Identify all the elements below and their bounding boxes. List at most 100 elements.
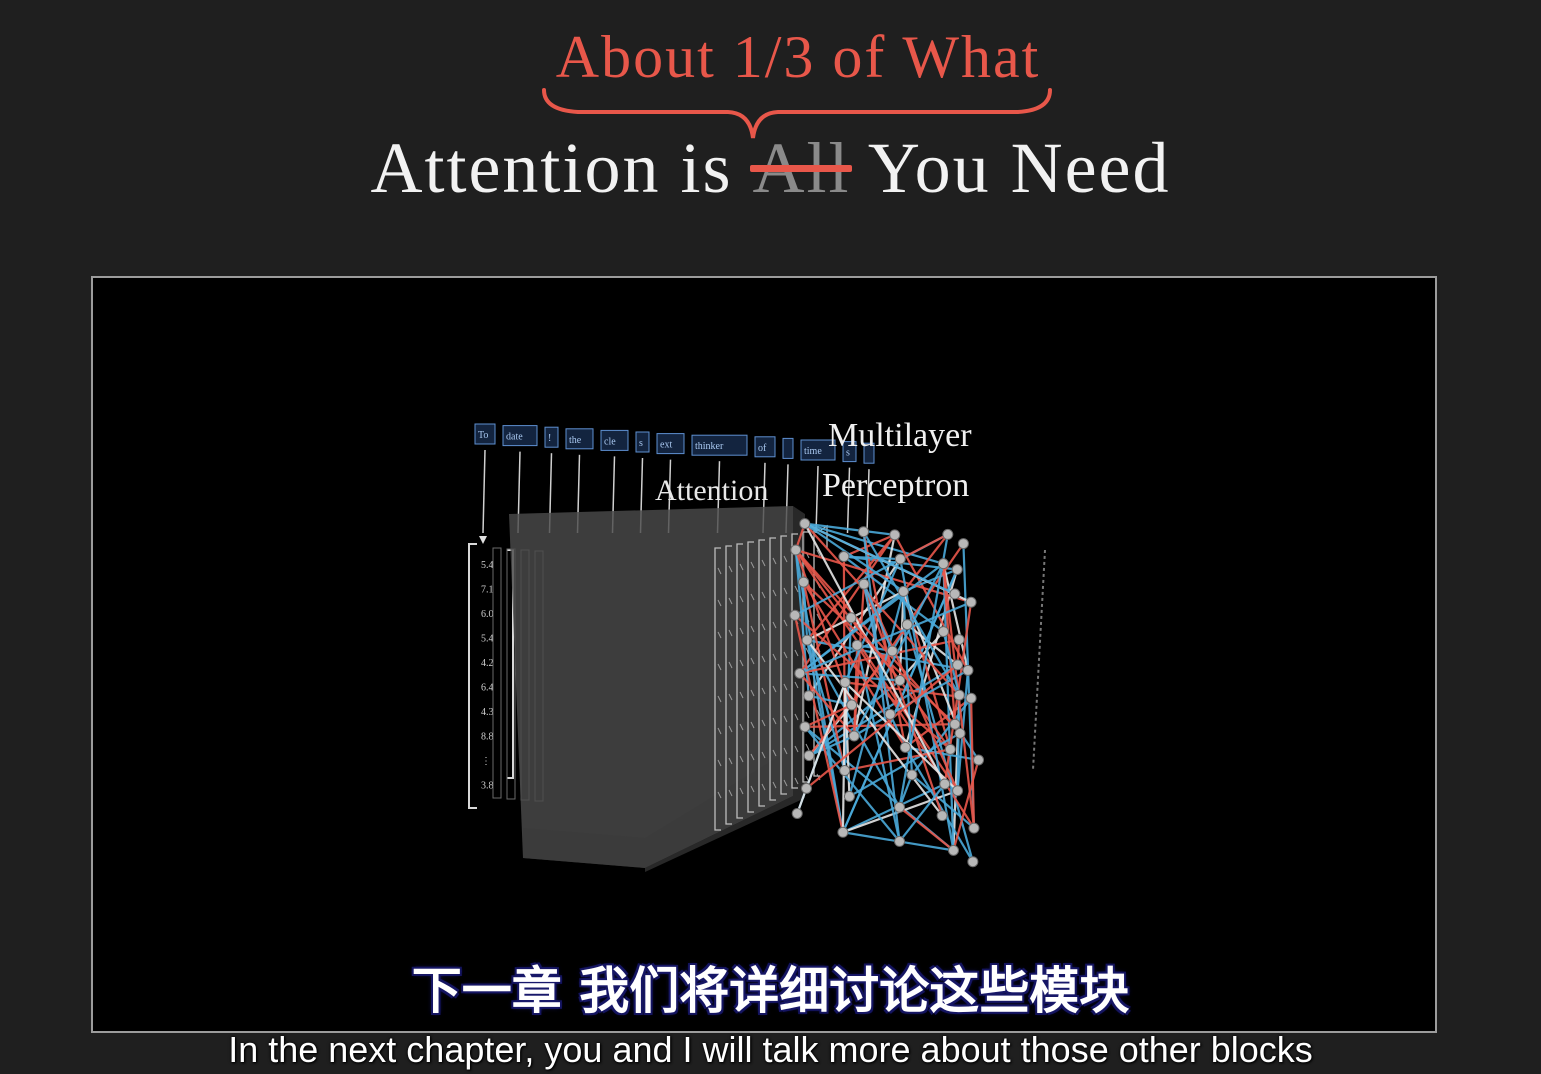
mlp-node — [947, 844, 959, 856]
mlp-node — [837, 826, 849, 838]
mlp-node — [794, 667, 806, 679]
svg-text:cle: cle — [604, 436, 616, 447]
mlp-node — [799, 721, 811, 733]
mlp-node — [897, 585, 909, 597]
mlp-node — [839, 765, 851, 777]
vector-value: 8.8 — [481, 732, 494, 743]
column-entry — [805, 711, 810, 719]
vector-value: ⋮ — [481, 756, 491, 767]
video-frame[interactable]: To date! the cle s ext thinker of time s 5.4 7.1 6.… — [91, 276, 1437, 1033]
mlp-edge — [899, 533, 949, 561]
token-box: ext — [656, 433, 685, 455]
vector-value: 7.1 — [481, 585, 494, 596]
token-row: To date! the cle s ext thinker of time s — [474, 423, 875, 464]
mlp-node — [846, 699, 858, 711]
headline-post: You Need — [867, 128, 1171, 208]
token-box: ! — [544, 426, 559, 448]
attention-block — [509, 506, 805, 872]
svg-text:To: To — [478, 430, 488, 441]
mlp-node — [951, 563, 963, 575]
token-box: cle — [600, 429, 629, 451]
token-box: thinker — [691, 434, 748, 456]
vector-values: 5.4 7.1 6.0 5.4 4.2 6.4 4.3 8.8 ⋮ 3.8 — [481, 560, 494, 792]
token-box: To — [474, 423, 496, 445]
mlp-node — [801, 634, 813, 646]
mlp-node — [965, 692, 977, 704]
svg-text:the: the — [569, 435, 582, 446]
mlp-node — [884, 708, 896, 720]
svg-text:date: date — [506, 432, 523, 443]
mlp-node — [968, 822, 980, 834]
svg-text:thinker: thinker — [695, 441, 724, 452]
mlp-node — [942, 528, 954, 540]
mlp-node — [937, 558, 949, 570]
mlp-node — [952, 659, 964, 671]
embedding-vector: 5.4 7.1 6.0 5.4 4.2 6.4 4.3 8.8 ⋮ 3.8 — [468, 543, 514, 809]
svg-text:time: time — [804, 446, 822, 457]
mlp-node — [901, 619, 913, 631]
token-arrow — [815, 465, 819, 534]
mlp-node — [803, 750, 815, 762]
token-box: date — [502, 425, 538, 447]
mlp-node — [939, 778, 951, 790]
mlp-node — [906, 769, 918, 781]
mlp-node — [848, 730, 860, 742]
token-box: s — [635, 431, 650, 453]
mlp-label-line1: Multilayer — [828, 417, 972, 454]
mlp-node — [962, 664, 974, 676]
mlp-node — [799, 518, 811, 530]
mlp-node — [838, 551, 850, 563]
mlp-node — [937, 626, 949, 638]
vector-value: 4.2 — [481, 658, 494, 669]
mlp-node — [953, 634, 965, 646]
mlp-node — [957, 538, 969, 550]
column-bracket — [492, 547, 502, 799]
headline-title: Attention is All You Need — [0, 125, 1541, 211]
mlp-node — [894, 553, 906, 565]
mlp-node — [889, 529, 901, 541]
token-box — [782, 437, 794, 459]
vector-value: 5.4 — [481, 560, 494, 571]
transformer-diagram: To date! the cle s ext thinker of time s 5.47.16.… — [468, 417, 1046, 872]
mlp-node — [894, 835, 906, 847]
vector-value: 6.4 — [481, 683, 494, 694]
vector-value: 5.4 — [481, 634, 494, 645]
subtitle-chinese: 下一章 我们将详细讨论这些模块 — [411, 962, 1130, 1020]
mlp-node — [798, 576, 810, 588]
mlp-node — [949, 588, 961, 600]
mlp-node — [944, 743, 956, 755]
subtitle-english: In the next chapter, you and I will talk… — [228, 1029, 1313, 1070]
arrow-head — [479, 536, 487, 544]
svg-text:s: s — [639, 438, 643, 449]
headline-pre: Attention is — [370, 128, 733, 208]
mlp-node — [858, 578, 870, 590]
mlp-node — [965, 596, 977, 608]
vector-value: 3.8 — [481, 781, 494, 792]
mlp-node — [886, 645, 898, 657]
mlp-node — [967, 856, 979, 868]
attention-label: Attention — [655, 474, 768, 507]
mlp-node — [790, 544, 802, 556]
svg-text:ext: ext — [660, 440, 672, 451]
mlp-node — [789, 609, 801, 621]
mlp-node — [858, 526, 870, 538]
mlp-node — [952, 785, 964, 797]
vector-value: 6.0 — [481, 609, 494, 620]
mlp-node — [954, 727, 966, 739]
mlp-node — [973, 754, 985, 766]
column-entry — [805, 743, 810, 751]
mlp-node — [800, 782, 812, 794]
mlp-node — [843, 790, 855, 802]
mlp-node — [894, 801, 906, 813]
mlp-node — [803, 690, 815, 702]
vector-value: 4.3 — [481, 707, 494, 718]
mlp-node — [953, 689, 965, 701]
mlp-node — [949, 718, 961, 730]
mlp-network — [789, 518, 985, 868]
token-arrow — [482, 449, 486, 534]
mlp-node — [894, 674, 906, 686]
token-box: the — [565, 428, 594, 450]
mlp-edges — [793, 522, 980, 863]
svg-text:!: ! — [548, 433, 551, 444]
svg-text:of: of — [758, 443, 767, 454]
